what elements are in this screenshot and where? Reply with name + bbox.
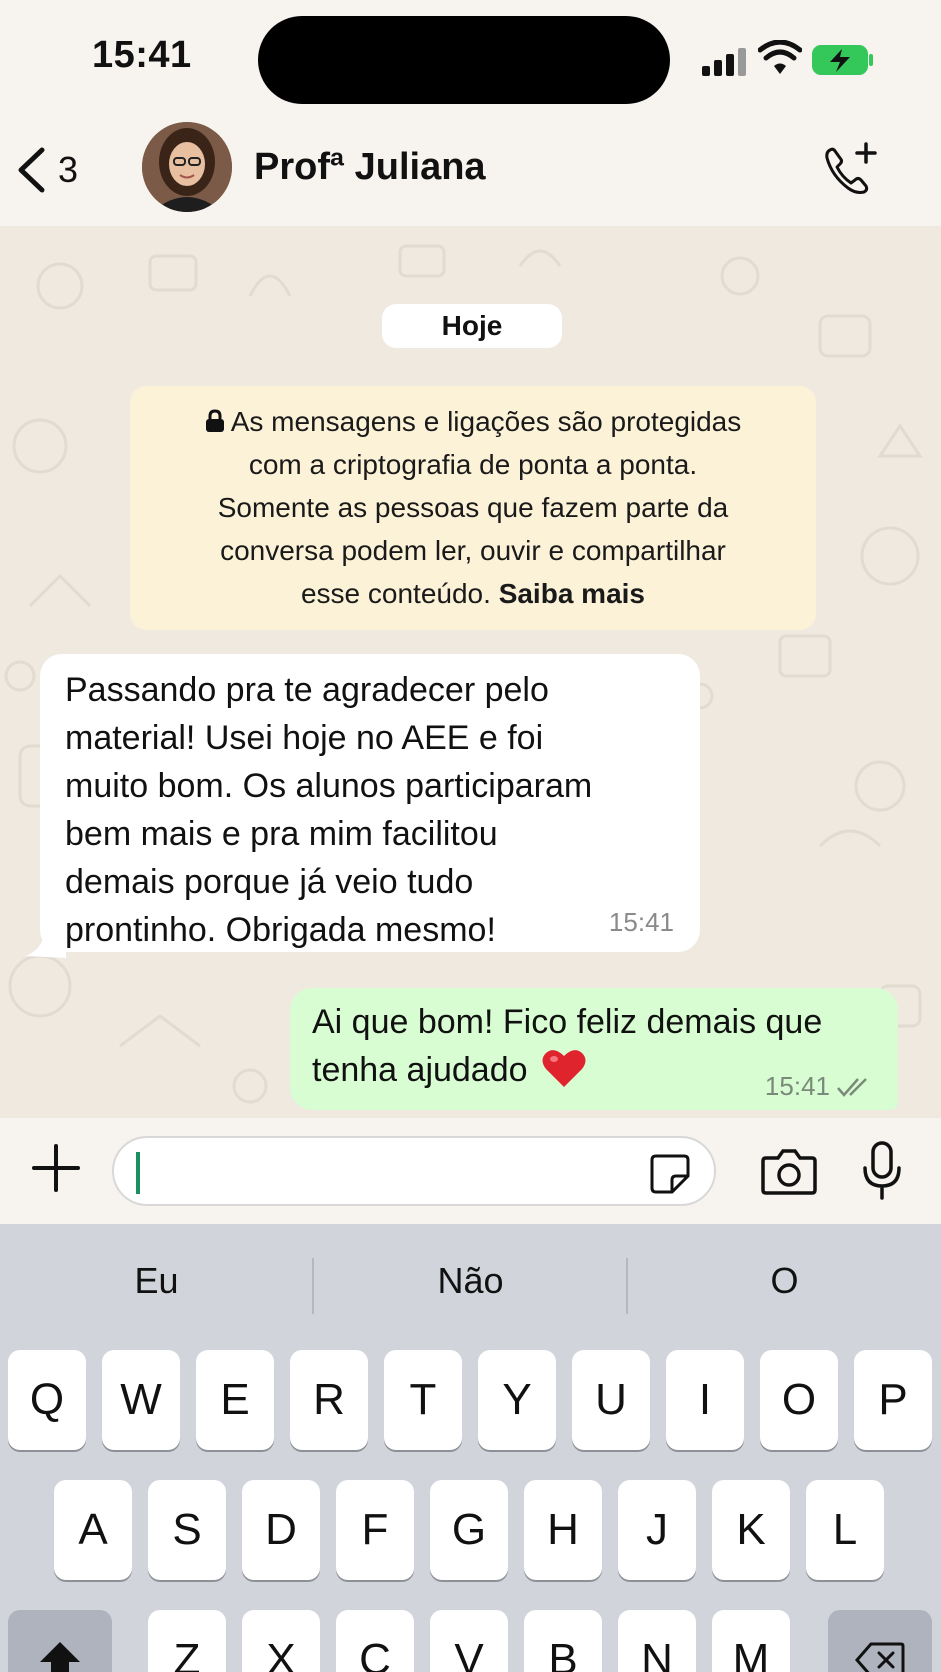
encryption-line: As mensagens e ligações são protegidas <box>150 400 796 443</box>
plus-icon[interactable] <box>28 1140 84 1196</box>
key-i[interactable]: I <box>666 1350 744 1450</box>
key-m[interactable]: M <box>712 1610 790 1672</box>
message-line: muito bom. Os alunos participaram <box>65 767 593 805</box>
key-f[interactable]: F <box>336 1480 414 1580</box>
key-e[interactable]: E <box>196 1350 274 1450</box>
key-b[interactable]: B <box>524 1610 602 1672</box>
back-button[interactable]: 3 <box>16 140 78 200</box>
backspace-icon <box>855 1642 905 1672</box>
suggestion[interactable]: O <box>628 1260 941 1302</box>
message-line: demais porque já veio tudo <box>65 863 474 901</box>
learn-more-link[interactable]: Saiba mais <box>499 578 645 609</box>
double-check-icon <box>837 1077 867 1097</box>
key-d[interactable]: D <box>242 1480 320 1580</box>
encryption-line: Somente as pessoas que fazem parte da <box>217 492 729 523</box>
red-heart-emoji-icon <box>542 1050 586 1087</box>
key-u[interactable]: U <box>572 1350 650 1450</box>
battery-charging-icon <box>812 45 873 75</box>
key-s[interactable]: S <box>148 1480 226 1580</box>
incoming-message-bubble[interactable]: Passando pra te agradecer pelo material!… <box>40 654 700 952</box>
key-h[interactable]: H <box>524 1480 602 1580</box>
suggestion[interactable]: Não <box>314 1260 627 1302</box>
bubble-tail <box>26 918 66 958</box>
backspace-key[interactable] <box>828 1610 932 1672</box>
text-caret <box>136 1152 140 1194</box>
key-q[interactable]: Q <box>8 1350 86 1450</box>
message-time: 15:41 <box>608 907 674 937</box>
dynamic-island <box>258 16 670 104</box>
wifi-icon <box>758 40 802 74</box>
message-line: prontinho. Obrigada mesmo! <box>65 911 496 949</box>
key-v[interactable]: V <box>430 1610 508 1672</box>
message-input[interactable] <box>112 1136 716 1206</box>
encryption-line: conversa podem ler, ouvir e compartilhar <box>220 535 726 566</box>
encryption-line-text: As mensagens e ligações são protegidas <box>230 406 742 437</box>
key-z[interactable]: Z <box>148 1610 226 1672</box>
sticker-icon[interactable] <box>648 1152 692 1196</box>
status-bar: 15:41 <box>0 0 941 110</box>
encryption-line-text: esse conteúdo. <box>300 578 491 609</box>
encryption-notice[interactable]: As mensagens e ligações são protegidas c… <box>130 386 816 630</box>
unread-count: 3 <box>58 149 79 190</box>
message-line: bem mais e pra mim facilitou <box>65 815 498 853</box>
chat-header: 3 Profª Juliana <box>0 110 941 226</box>
key-y[interactable]: Y <box>478 1350 556 1450</box>
key-t[interactable]: T <box>384 1350 462 1450</box>
shift-arrow-icon <box>40 1642 80 1672</box>
key-w[interactable]: W <box>102 1350 180 1450</box>
key-o[interactable]: O <box>760 1350 838 1450</box>
key-c[interactable]: C <box>336 1610 414 1672</box>
key-p[interactable]: P <box>854 1350 932 1450</box>
key-r[interactable]: R <box>290 1350 368 1450</box>
encryption-line: esse conteúdo. Saiba mais <box>150 572 796 615</box>
chevron-left-icon <box>18 147 45 193</box>
message-meta: 15:41 <box>765 1071 874 1102</box>
message-text: Passando pra te agradecer pelo material!… <box>65 666 675 954</box>
key-a[interactable]: A <box>54 1480 132 1580</box>
key-x[interactable]: X <box>242 1610 320 1672</box>
message-time: 15:41 <box>764 1071 830 1101</box>
status-time: 15:41 <box>92 34 192 76</box>
message-line: Passando pra te agradecer pelo <box>65 671 549 709</box>
key-g[interactable]: G <box>430 1480 508 1580</box>
camera-icon[interactable] <box>760 1146 818 1196</box>
contact-avatar[interactable] <box>142 122 232 212</box>
key-n[interactable]: N <box>618 1610 696 1672</box>
date-separator: Hoje <box>382 304 562 348</box>
message-line-text: tenha ajudado <box>312 1051 528 1089</box>
microphone-icon[interactable] <box>860 1140 904 1202</box>
keyboard: Eu Não O Q W E R T Y U I O P A S D F G H… <box>0 1224 941 1672</box>
outgoing-message-bubble[interactable]: Ai que bom! Fico feliz demais que tenha … <box>290 988 898 1110</box>
contact-photo <box>142 122 232 212</box>
message-line: Ai que bom! Fico feliz demais que <box>312 1003 823 1041</box>
encryption-line: com a criptografia de ponta a ponta. <box>248 449 698 480</box>
cellular-signal-icon <box>702 46 746 76</box>
key-l[interactable]: L <box>806 1480 884 1580</box>
contact-name[interactable]: Profª Juliana <box>254 146 486 189</box>
key-k[interactable]: K <box>712 1480 790 1580</box>
suggestion[interactable]: Eu <box>0 1260 313 1302</box>
message-line: material! Usei hoje no AEE e foi <box>65 719 544 757</box>
predictive-bar: Eu Não O <box>0 1224 941 1348</box>
chat-area[interactable]: Hoje As mensagens e ligações são protegi… <box>0 226 941 1118</box>
shift-key[interactable] <box>8 1610 112 1672</box>
key-j[interactable]: J <box>618 1480 696 1580</box>
add-call-icon[interactable] <box>820 140 880 200</box>
lock-icon <box>205 409 224 432</box>
message-composer <box>0 1118 941 1224</box>
